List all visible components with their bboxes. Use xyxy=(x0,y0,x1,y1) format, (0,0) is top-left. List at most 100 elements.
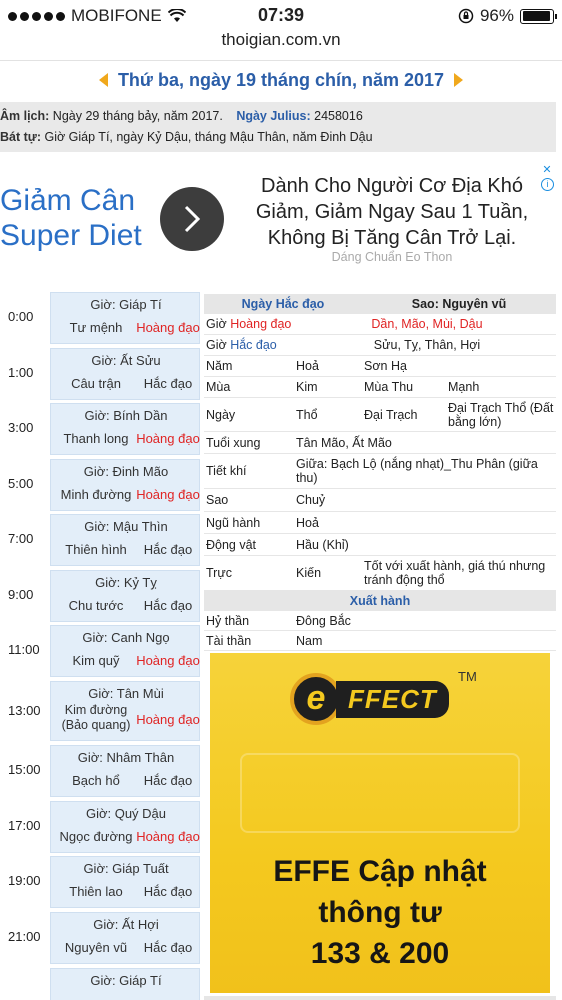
hour-gio: Giờ: Mậu Thìn xyxy=(84,519,168,534)
date-title: Thứ ba, ngày 19 tháng chín, năm 2017 xyxy=(117,69,445,90)
hour-box[interactable]: Giờ: Canh Ngọ Kim quỹ Hoàng đạo xyxy=(50,625,200,677)
truc-row: Trực Kiến Tốt với xuất hành, giá thú như… xyxy=(204,556,556,591)
ad-close-icon[interactable]: ✕ xyxy=(540,163,554,177)
hour-row[interactable]: 21:00 Giờ: Ất Hợi Nguyên vũ Hắc đạo xyxy=(0,912,202,964)
label-prefix: Giờ xyxy=(206,338,227,352)
row-value: Nam xyxy=(296,633,323,648)
hour-row[interactable]: 3:00 Giờ: Bính Dần Thanh long Hoàng đạo xyxy=(0,403,202,455)
hour-row[interactable]: 15:00 Giờ: Nhâm Thân Bạch hổ Hắc đạo xyxy=(0,745,202,797)
hour-box[interactable]: Giờ: Bính Dần Thanh long Hoàng đạo xyxy=(50,403,200,455)
tiet-khi-row: Tiết khí Giữa: Bạch Lộ (nắng nhạt)_Thu P… xyxy=(204,454,556,489)
row-value: Sửu, Tỵ, Thân, Hợi xyxy=(373,338,481,352)
hour-gio: Giờ: Tân Mùi xyxy=(88,686,164,701)
row-value: Giữa: Bạch Lộ (nắng nhạt)_Thu Phân (giữa… xyxy=(296,457,538,485)
hour-dao: Hắc đạo xyxy=(143,542,193,557)
ngay-row: Ngày Thổ Đại Trạch Đại Trạch Thổ (Đất bằ… xyxy=(204,398,556,432)
hour-gio: Giờ: Ất Hợi xyxy=(93,917,159,932)
battery-icon xyxy=(520,8,557,24)
hour-row[interactable]: 13:00 Giờ: Tân Mùi Kim đường (Bảo quang)… xyxy=(0,681,202,741)
hour-time: 17:00 xyxy=(8,818,41,833)
row-value: Kim xyxy=(296,380,318,394)
hour-box[interactable]: Giờ: Giáp Tuất Thiên lao Hắc đạo xyxy=(50,856,200,908)
prev-day-icon[interactable] xyxy=(98,73,108,87)
lunar-label: Âm lịch: xyxy=(0,109,50,123)
julius-label: Ngày Julius: xyxy=(236,109,311,123)
hour-row[interactable]: Giờ: Giáp Tí xyxy=(0,968,202,1000)
battu-row: Bát tự: Giờ Giáp Tí, ngày Kỷ Dậu, tháng … xyxy=(0,127,556,148)
hour-dao: Hắc đạo xyxy=(143,376,193,391)
julius-value: 2458016 xyxy=(314,109,363,123)
row-value: Kiến xyxy=(296,566,322,580)
row-value: Hầu (Khỉ) xyxy=(296,537,349,552)
hour-than: Câu trận xyxy=(71,376,121,391)
hour-time: 5:00 xyxy=(8,476,34,491)
hour-row[interactable]: 1:00 Giờ: Ất Sửu Câu trận Hắc đạo xyxy=(0,348,202,400)
ngu-hanh-row: Ngũ hành Hoả xyxy=(204,512,556,534)
row-value: Tốt với xuất hành, giá thú nhưng tránh đ… xyxy=(364,559,546,587)
hour-than: Thiên lao xyxy=(69,884,123,899)
row-label: Giờ Hắc đạo xyxy=(204,335,296,355)
ad-banner[interactable]: Giảm Cân Super Diet Dành Cho Người Cơ Đị… xyxy=(0,163,558,277)
xuat-hanh-heading: Xuất hành xyxy=(204,591,556,611)
row-label: Sao xyxy=(206,493,229,507)
hour-dao: Hắc đạo xyxy=(143,598,193,613)
ad-brand-line2: Super Diet xyxy=(0,219,142,252)
hour-than: Minh đường xyxy=(60,487,132,502)
ad-headline: Dành Cho Người Cơ Địa Khó Giảm, Giảm Nga… xyxy=(232,173,552,251)
row-value: Đông Bắc xyxy=(296,613,351,628)
hour-dao: Hoàng đạo xyxy=(136,829,200,844)
hour-gio: Giờ: Ất Sửu xyxy=(91,353,161,368)
hour-than: Kim đường (Bảo quang) xyxy=(61,703,131,732)
hour-dao: Hoàng đạo xyxy=(136,320,200,335)
hour-gio: Giờ: Canh Ngọ xyxy=(82,630,170,645)
url-bar[interactable]: thoigian.com.vn xyxy=(0,30,562,50)
divider xyxy=(0,60,562,61)
hour-box[interactable]: Giờ: Ất Hợi Nguyên vũ Hắc đạo xyxy=(50,912,200,964)
next-day-icon[interactable] xyxy=(454,73,464,87)
hour-time: 13:00 xyxy=(8,703,41,718)
row-value: Đại Trạch xyxy=(364,407,418,422)
hour-box[interactable]: Giờ: Ất Sửu Câu trận Hắc đạo xyxy=(50,348,200,400)
hour-row[interactable]: 19:00 Giờ: Giáp Tuất Thiên lao Hắc đạo xyxy=(0,856,202,908)
tai-than-row: Tài thần Nam xyxy=(204,631,556,651)
trademark: TM xyxy=(458,669,477,684)
hour-row[interactable]: 7:00 Giờ: Mậu Thìn Thiên hình Hắc đạo xyxy=(0,514,202,566)
hour-box[interactable]: Giờ: Mậu Thìn Thiên hình Hắc đạo xyxy=(50,514,200,566)
hour-box[interactable]: Giờ: Kỷ Tỵ Chu tước Hắc đạo xyxy=(50,570,200,622)
effect-ad-headline: EFFE Cập nhật thông tư 133 & 200 xyxy=(210,851,550,974)
hour-box[interactable]: Giờ: Đinh Mão Minh đường Hoàng đạo xyxy=(50,459,200,511)
battu-value: Giờ Giáp Tí, ngày Kỷ Dậu, tháng Mậu Thân… xyxy=(44,130,373,144)
hour-box[interactable]: Giờ: Giáp Tí Tư mệnh Hoàng đạo xyxy=(50,292,200,344)
row-value: Mùa Thu xyxy=(364,380,414,394)
hour-box[interactable]: Giờ: Quý Dậu Ngọc đường Hoàng đạo xyxy=(50,801,200,853)
day-info-header: Ngày Hắc đạo Sao: Nguyên vũ xyxy=(204,294,556,314)
day-type: Ngày Hắc đạo xyxy=(241,297,325,311)
hour-time: 0:00 xyxy=(8,309,34,324)
hour-time: 11:00 xyxy=(8,642,40,657)
day-star: Sao: Nguyên vũ xyxy=(411,297,507,311)
row-value: Mạnh xyxy=(448,380,480,394)
hour-row[interactable]: 17:00 Giờ: Quý Dậu Ngọc đường Hoàng đạo xyxy=(0,801,202,853)
lunar-info: Âm lịch: Ngày 29 tháng bảy, năm 2017. Ng… xyxy=(0,102,556,152)
hour-box[interactable]: Giờ: Giáp Tí xyxy=(50,968,200,1000)
logo-e: e xyxy=(290,673,342,725)
label-prefix: Giờ xyxy=(206,317,227,331)
hour-than: Thanh long xyxy=(63,431,129,446)
ad-next-button[interactable] xyxy=(160,187,224,251)
hour-row[interactable]: 5:00 Giờ: Đinh Mão Minh đường Hoàng đạo xyxy=(0,459,202,511)
hour-dao: Hoàng đạo xyxy=(136,653,200,668)
row-label: Trực xyxy=(206,566,232,580)
hour-row[interactable]: 0:00 Giờ: Giáp Tí Tư mệnh Hoàng đạo xyxy=(0,292,202,344)
hour-box[interactable]: Giờ: Tân Mùi Kim đường (Bảo quang) Hoàng… xyxy=(50,681,200,741)
hour-gio: Giờ: Nhâm Thân xyxy=(77,750,175,765)
row-label: Năm xyxy=(206,359,233,373)
hour-than: Bạch hổ xyxy=(72,773,120,788)
lunar-value: Ngày 29 tháng bảy, năm 2017. xyxy=(52,109,223,123)
row-label: Tiết khí xyxy=(206,464,247,478)
hour-box[interactable]: Giờ: Nhâm Thân Bạch hổ Hắc đạo xyxy=(50,745,200,797)
hour-dao: Hắc đạo xyxy=(143,773,193,788)
hour-row[interactable]: 9:00 Giờ: Kỷ Tỵ Chu tước Hắc đạo xyxy=(0,570,202,622)
hour-row[interactable]: 11:00 Giờ: Canh Ngọ Kim quỹ Hoàng đạo xyxy=(0,625,202,677)
ad-info-icon[interactable]: i xyxy=(541,178,554,191)
effect-ad[interactable]: e FFECT TM EFFE Cập nhật thông tư 133 & … xyxy=(210,653,550,993)
